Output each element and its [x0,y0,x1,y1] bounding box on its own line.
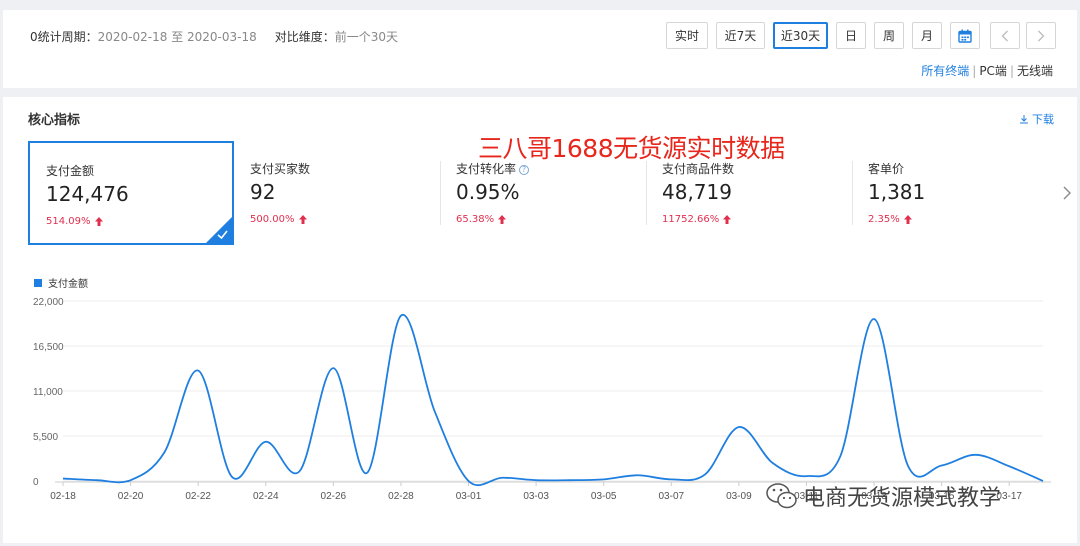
terminal-wireless-link[interactable]: 无线端 [1017,64,1053,78]
data-point[interactable] [1006,463,1012,469]
wechat-watermark: 电商无货源模式教学 [765,480,1001,512]
y-tick-label: 11,000 [33,387,63,398]
data-point[interactable] [128,477,134,483]
x-tick-label: 03-09 [726,491,752,502]
y-tick-label: 16,500 [33,342,64,353]
data-point[interactable] [533,477,539,483]
x-tick-label: 02-28 [388,491,414,502]
data-point[interactable] [229,474,235,480]
data-point[interactable] [702,471,708,477]
chevron-left-icon[interactable] [990,22,1020,49]
period-label: 0统计周期： [30,30,98,44]
y-tick-label: 22,000 [33,297,64,308]
series-line [62,314,1044,487]
data-point[interactable] [939,462,945,468]
period-info: 0统计周期：2020-02-18 至 2020-03-18 对比维度：前一个30天 [30,28,398,45]
data-point[interactable] [263,439,269,445]
x-tick-label: 03-05 [591,491,617,502]
data-point[interactable] [297,468,303,474]
data-point[interactable] [668,476,674,482]
data-point[interactable] [60,476,66,482]
x-tick-label: 03-01 [456,491,482,502]
data-point[interactable] [736,424,742,430]
data-point[interactable] [195,368,201,374]
x-tick-label: 03-07 [658,491,684,502]
calendar-icon[interactable] [950,22,980,49]
time-button-7days[interactable]: 近7天 [716,22,765,49]
time-button-30days[interactable]: 近30天 [773,22,828,49]
compare-label: 对比维度： [274,30,335,44]
data-point[interactable] [770,460,776,466]
data-point[interactable] [803,473,809,479]
data-point[interactable] [161,449,167,455]
time-button-day[interactable]: 日 [836,22,866,49]
x-tick-label: 03-03 [523,491,549,502]
data-point[interactable] [972,452,978,458]
data-point[interactable] [466,478,472,484]
data-point[interactable] [330,365,336,371]
period-value: 2020-02-18 至 2020-03-18 [97,30,257,44]
data-point[interactable] [601,476,607,482]
data-point[interactable] [94,477,100,483]
data-point[interactable] [432,408,438,414]
core-metrics-panel: 核心指标 下载 支付金额 124,476 514.09% 支付买家数 92 50… [3,97,1077,543]
data-point[interactable] [871,316,877,322]
line-chart: 0 5,500 11,000 16,500 22,000 02-18 02-20 02-22 0… [33,297,1051,502]
time-button-week[interactable]: 周 [874,22,904,49]
data-point[interactable] [499,475,505,481]
time-button-realtime[interactable]: 实时 [666,22,708,49]
compare-value: 前一个30天 [334,30,399,44]
data-point[interactable] [398,313,404,319]
wechat-icon [766,483,797,509]
data-point[interactable] [837,453,843,459]
x-tick-label: 02-18 [50,491,76,502]
terminal-all-link[interactable]: 所有终端 [921,64,969,78]
terminal-filter: 所有终端 | PC端 | 无线端 [921,62,1053,79]
data-point[interactable] [1040,478,1046,484]
wechat-watermark-text: 电商无货源模式教学 [803,486,1002,511]
filter-panel: 0统计周期：2020-02-18 至 2020-03-18 对比维度：前一个30天… [3,10,1077,88]
time-button-month[interactable]: 月 [912,22,942,49]
data-point[interactable] [567,477,573,483]
data-point[interactable] [634,472,640,478]
chevron-right-icon[interactable] [1026,22,1056,49]
data-point[interactable] [905,462,911,468]
x-tick-label: 02-22 [185,491,211,502]
x-tick-label: 02-24 [253,491,279,502]
terminal-pc-link[interactable]: PC端 [979,64,1007,78]
y-tick-label: 5,500 [33,432,58,443]
x-tick-label: 02-26 [321,491,347,502]
terminal-separator: | [1009,64,1014,78]
x-tick-label: 02-20 [118,491,144,502]
data-point[interactable] [364,470,370,476]
y-tick-label: 0 [33,477,39,488]
terminal-separator: | [972,64,977,78]
